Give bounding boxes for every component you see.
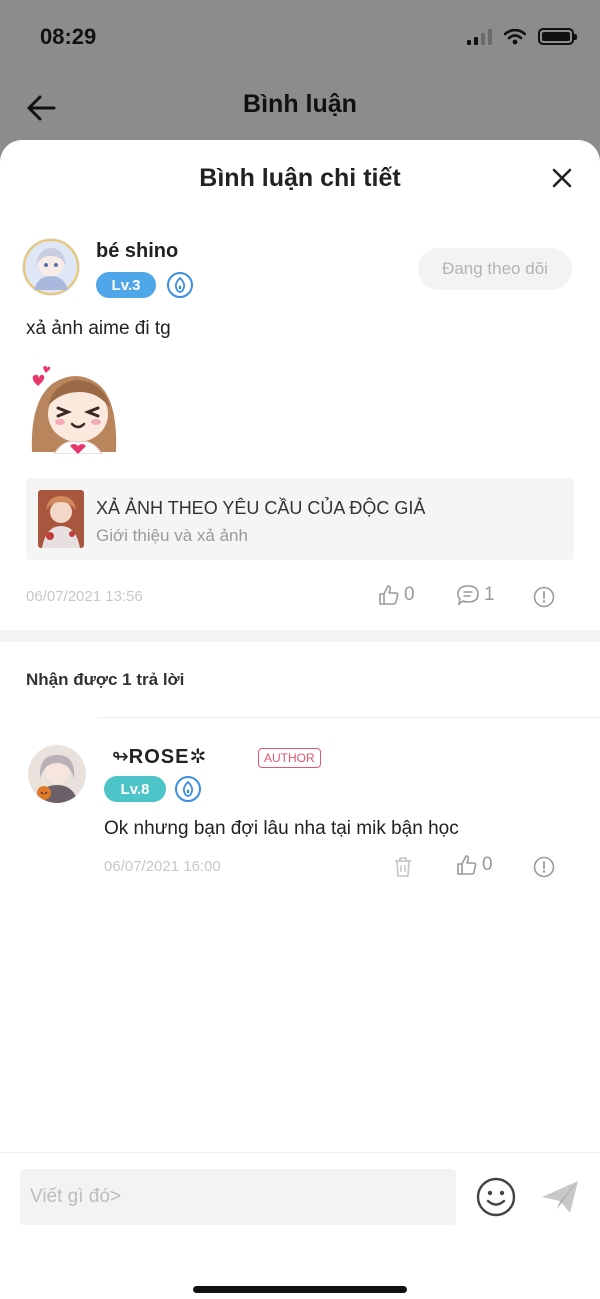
send-icon[interactable] — [540, 1177, 580, 1217]
sticker-image — [31, 366, 117, 454]
reply-button[interactable]: 1 — [456, 584, 495, 606]
like-button[interactable]: 0 — [456, 854, 493, 876]
background-header: Bình luận — [0, 76, 600, 136]
member-badge — [175, 776, 201, 802]
avatar[interactable] — [22, 238, 80, 296]
cellular-signal-icon — [467, 28, 492, 45]
comment-bubble-icon — [457, 585, 479, 606]
member-badge — [167, 272, 193, 298]
home-indicator — [193, 1286, 407, 1293]
section-divider — [0, 630, 600, 642]
status-bar: 08:29 — [0, 0, 600, 70]
comment-timestamp: 06/07/2021 13:56 — [26, 588, 143, 605]
story-subtitle: Giới thiệu và xả ảnh — [96, 526, 248, 545]
like-button[interactable]: 0 — [378, 584, 415, 606]
decor-glyph: ✲ — [189, 746, 207, 768]
replies-count-heading: Nhận được 1 trả lời — [26, 670, 185, 689]
emoji-icon[interactable] — [476, 1177, 516, 1217]
reply-timestamp: 06/07/2021 16:00 — [104, 858, 221, 875]
thumbs-up-icon — [457, 855, 477, 875]
follow-button[interactable]: Đang theo dõi — [418, 248, 572, 290]
status-icons — [467, 28, 577, 45]
level-badge: Lv.8 — [104, 776, 166, 802]
trash-icon[interactable] — [393, 856, 413, 878]
sheet-title: Bình luận chi tiết — [199, 164, 401, 192]
decor-glyph: ↬ — [112, 746, 129, 768]
reply-author-name[interactable]: ↬ROSE✲ — [112, 744, 206, 769]
story-reference-card[interactable]: XẢ ẢNH THEO YÊU CẦU CỦA ĐỘC GIẢ Giới thi… — [26, 478, 574, 560]
avatar[interactable] — [28, 745, 86, 803]
comment-author-name[interactable]: bé shino — [96, 240, 178, 263]
comment-detail-sheet: Bình luận chi tiết bé shino Lv.3 Đang th… — [0, 140, 600, 1299]
reply-text: Ok nhưng bạn đợi lâu nha tại mik bận học — [104, 818, 459, 839]
report-icon[interactable] — [533, 586, 555, 608]
thumbs-up-icon — [379, 585, 399, 605]
close-icon[interactable] — [550, 166, 574, 190]
battery-icon — [538, 28, 577, 45]
wifi-icon — [504, 28, 526, 44]
story-title: XẢ ẢNH THEO YÊU CẦU CỦA ĐỘC GIẢ — [96, 498, 426, 518]
level-badge: Lv.3 — [96, 272, 156, 298]
flame-icon — [174, 277, 186, 293]
comment-input[interactable] — [20, 1169, 456, 1225]
like-count: 0 — [404, 584, 415, 605]
like-count: 0 — [482, 854, 493, 875]
author-tag: AUTHOR — [258, 748, 321, 768]
report-icon[interactable] — [533, 856, 555, 878]
story-cover-thumbnail — [38, 490, 84, 548]
status-time: 08:29 — [40, 24, 97, 49]
divider — [98, 717, 600, 718]
comment-composer — [0, 1152, 600, 1299]
background-title: Bình luận — [243, 90, 357, 118]
reply-count: 1 — [484, 584, 495, 605]
comment-text: xả ảnh aime đi tg — [26, 318, 171, 339]
flame-icon — [182, 781, 194, 797]
